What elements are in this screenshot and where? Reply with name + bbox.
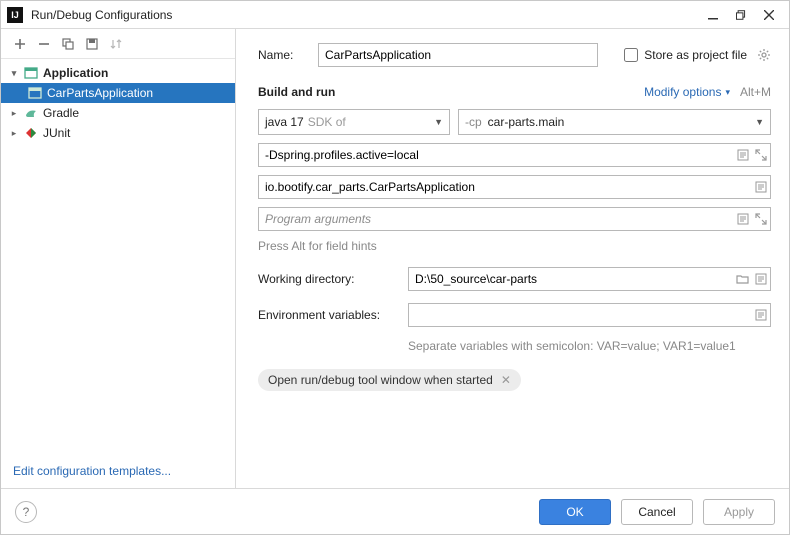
store-project-checkbox[interactable] — [624, 48, 638, 62]
chevron-right-icon: ▸ — [9, 128, 19, 139]
maximize-icon[interactable] — [727, 3, 755, 27]
config-tree: ▾ Application CarPartsApplication ▸ Grad… — [1, 59, 235, 454]
titlebar: IJ Run/Debug Configurations — [1, 1, 789, 29]
chevron-down-icon: ▾ — [725, 87, 730, 98]
chevron-down-icon: ▼ — [755, 117, 764, 127]
workdir-label: Working directory: — [258, 272, 408, 286]
remove-chip-icon[interactable]: ✕ — [501, 373, 511, 387]
sidebar: ▾ Application CarPartsApplication ▸ Grad… — [1, 29, 236, 488]
expand-icon[interactable] — [755, 149, 767, 161]
window-title: Run/Debug Configurations — [31, 8, 699, 22]
copy-config-button[interactable] — [57, 33, 79, 55]
gear-icon[interactable] — [757, 48, 771, 62]
sdk-select[interactable]: java 17 SDK of ▼ — [258, 109, 450, 135]
application-icon — [27, 85, 43, 101]
tree-label: Application — [43, 66, 108, 80]
sdk-value: java 17 — [265, 115, 304, 129]
tree-item-carparts[interactable]: CarPartsApplication — [1, 83, 235, 103]
insert-macro-icon[interactable] — [755, 309, 767, 321]
sdk-suffix: SDK of — [308, 115, 346, 129]
remove-config-button[interactable] — [33, 33, 55, 55]
tree-item-gradle[interactable]: ▸ Gradle — [1, 103, 235, 123]
dialog-footer: ? OK Cancel Apply — [1, 488, 789, 534]
name-label: Name: — [258, 48, 318, 62]
help-button[interactable]: ? — [15, 501, 37, 523]
save-config-button[interactable] — [81, 33, 103, 55]
cp-value: car-parts.main — [488, 115, 565, 129]
classpath-select[interactable]: -cp car-parts.main ▼ — [458, 109, 771, 135]
sidebar-toolbar — [1, 29, 235, 59]
main-class-input[interactable] — [258, 175, 771, 199]
folder-icon[interactable] — [736, 273, 749, 285]
app-logo: IJ — [7, 7, 23, 23]
main-panel: Name: Store as project file Build and ru… — [236, 29, 789, 488]
open-tool-window-chip[interactable]: Open run/debug tool window when started … — [258, 369, 521, 391]
env-hint: Separate variables with semicolon: VAR=v… — [408, 339, 771, 353]
name-input[interactable] — [318, 43, 598, 67]
build-run-heading: Build and run — [258, 85, 335, 99]
ok-button[interactable]: OK — [539, 499, 611, 525]
env-label: Environment variables: — [258, 308, 408, 322]
tree-label: Gradle — [43, 106, 79, 120]
vm-options-input[interactable] — [258, 143, 771, 167]
modify-options-link[interactable]: Modify options ▾ — [644, 85, 730, 99]
chevron-right-icon: ▸ — [9, 108, 19, 119]
chevron-down-icon: ▾ — [9, 68, 19, 79]
add-config-button[interactable] — [9, 33, 31, 55]
cp-prefix: -cp — [465, 115, 482, 129]
modify-shortcut: Alt+M — [740, 85, 771, 99]
tree-item-application[interactable]: ▾ Application — [1, 63, 235, 83]
tree-item-junit[interactable]: ▸ JUnit — [1, 123, 235, 143]
workdir-input[interactable] — [408, 267, 771, 291]
minimize-icon[interactable] — [699, 3, 727, 27]
insert-macro-icon[interactable] — [737, 149, 749, 161]
env-input[interactable] — [408, 303, 771, 327]
insert-macro-icon[interactable] — [737, 213, 749, 225]
expand-icon[interactable] — [755, 213, 767, 225]
edit-templates-link[interactable]: Edit configuration templates... — [1, 454, 235, 488]
tree-label: CarPartsApplication — [47, 86, 153, 100]
junit-icon — [23, 125, 39, 141]
application-icon — [23, 65, 39, 81]
gradle-icon — [23, 105, 39, 121]
tree-label: JUnit — [43, 126, 70, 140]
close-icon[interactable] — [755, 3, 783, 27]
insert-macro-icon[interactable] — [755, 273, 767, 285]
field-hint: Press Alt for field hints — [258, 239, 771, 253]
program-args-input[interactable] — [258, 207, 771, 231]
chevron-down-icon: ▼ — [434, 117, 443, 127]
apply-button[interactable]: Apply — [703, 499, 775, 525]
cancel-button[interactable]: Cancel — [621, 499, 693, 525]
store-project-label: Store as project file — [644, 48, 747, 62]
sort-config-button[interactable] — [105, 33, 127, 55]
insert-macro-icon[interactable] — [755, 181, 767, 193]
